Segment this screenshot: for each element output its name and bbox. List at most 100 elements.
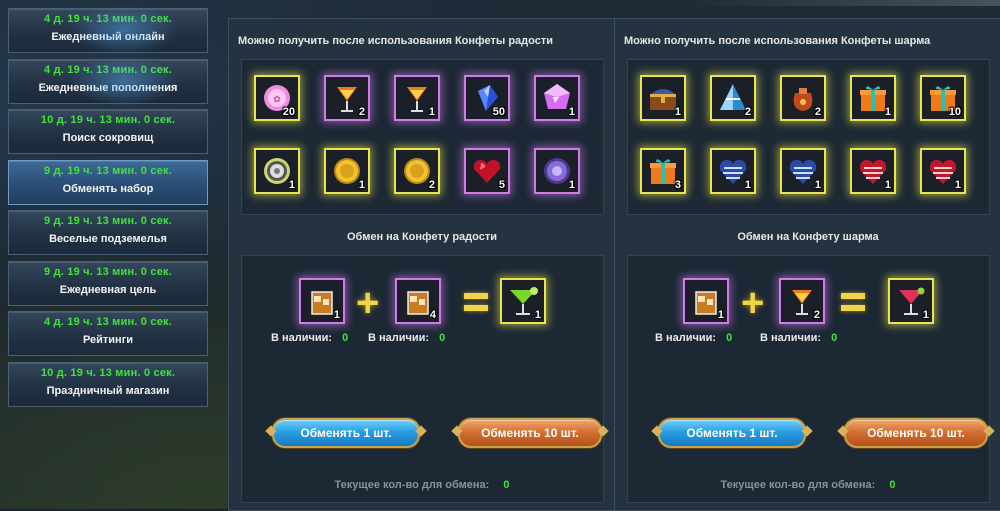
svg-text:✿: ✿	[273, 95, 281, 105]
charm-reward-slot[interactable]: 1	[920, 148, 966, 194]
item-count: 1	[428, 106, 435, 118]
avail-value: 0	[342, 332, 349, 344]
joy-reward-slot[interactable]: 50	[464, 75, 510, 121]
sidebar-item-label: Обменять набор	[62, 182, 154, 195]
joy-rewards-title: Можно получить после использования Конфе…	[238, 35, 553, 47]
equals-icon	[464, 293, 488, 311]
item-count: 2	[358, 106, 365, 118]
sidebar-item-timer: 9 д. 19 ч. 13 мин. 0 сек.	[44, 265, 172, 278]
charm-reward-slot[interactable]: 1	[780, 148, 826, 194]
joy-exchange-10-button[interactable]: Обменять 10 шт.	[458, 418, 602, 448]
charm-ingredient-2-slot[interactable]: 2	[779, 278, 825, 324]
charm-reward-slot[interactable]: 1	[640, 75, 686, 121]
charm-exchange-box: 1 + 2 1 В наличии: 0 В наличии: 0 Обменять…	[627, 255, 990, 503]
avail-value: 0	[831, 332, 838, 344]
charm-rewards-grid: 1 2 2 1 10 3 1 1 1 1	[627, 59, 990, 215]
sidebar-item-ratings[interactable]: 4 д. 19 ч. 13 мин. 0 сек. Рейтинги	[8, 311, 208, 356]
sidebar-item-daily-goal[interactable]: 9 д. 19 ч. 13 мин. 0 сек. Ежедневная цел…	[8, 260, 208, 306]
joy-reward-slot[interactable]: 1	[324, 148, 370, 194]
item-count: 1	[674, 106, 681, 118]
joy-current-amount: Текущее кол-во для обмена: 0	[229, 479, 615, 491]
item-count: 1	[954, 179, 961, 191]
charm-avail-2: В наличии: 0	[760, 332, 837, 344]
item-count: 1	[884, 106, 891, 118]
charm-reward-slot[interactable]: 2	[710, 75, 756, 121]
charm-reward-slot[interactable]: 1	[850, 148, 896, 194]
charm-reward-slot[interactable]: 3	[640, 148, 686, 194]
sidebar-item-timer: 4 д. 19 ч. 13 мин. 0 сек.	[44, 13, 172, 25]
charm-exchange-1-button[interactable]: Обменять 1 шт.	[658, 418, 806, 448]
item-count: 1	[744, 179, 751, 191]
sidebar-item-timer: 10 д. 19 ч. 13 мин. 0 сек.	[40, 366, 176, 379]
item-count: 2	[814, 106, 821, 118]
item-count: 3	[674, 179, 681, 191]
sidebar-item-label: Ежедневный онлайн	[51, 31, 165, 43]
avail-label: В наличии:	[368, 332, 430, 344]
avail-value: 0	[726, 332, 733, 344]
sidebar-item-label: Праздничный магазин	[46, 384, 170, 397]
charm-rewards-title: Можно получить после использования Конфе…	[624, 35, 931, 47]
sidebar-item-daily-online[interactable]: 4 д. 19 ч. 13 мин. 0 сек. Ежедневный онл…	[8, 5, 208, 55]
joy-result-slot[interactable]: 1	[500, 278, 546, 324]
sidebar-item-treasure-search[interactable]: 10 д. 19 ч. 13 мин. 0 сек. Поиск сокрови…	[8, 109, 208, 154]
joy-reward-slot[interactable]: ✿ 20	[254, 75, 300, 121]
sidebar-item-timer: 4 д. 19 ч. 13 мин. 0 сек.	[44, 63, 172, 76]
item-count: 50	[492, 106, 505, 118]
plus-icon: +	[741, 281, 765, 325]
sidebar-item-exchange-set[interactable]: 9 д. 19 ч. 13 мин. 0 сек. Обменять набор	[8, 159, 208, 205]
charm-result-slot[interactable]: 1	[888, 278, 934, 324]
item-count: 2	[428, 179, 435, 191]
joy-reward-slot[interactable]: 1	[394, 75, 440, 121]
current-value: 0	[889, 479, 896, 491]
current-label: Текущее кол-во для обмена:	[334, 479, 490, 491]
sidebar: 4 д. 19 ч. 13 мин. 0 сек. Ежедневный онл…	[8, 5, 208, 412]
joy-candy-panel: Можно получить после использования Конфе…	[228, 18, 616, 511]
item-count: 2	[744, 106, 751, 118]
item-count: 1	[922, 309, 929, 321]
charm-ingredient-1-slot[interactable]: 1	[683, 278, 729, 324]
sidebar-item-timer: 10 д. 19 ч. 13 мин. 0 сек.	[40, 114, 176, 126]
sidebar-item-holiday-shop[interactable]: 10 д. 19 ч. 13 мин. 0 сек. Праздничный м…	[8, 361, 208, 407]
item-count: 1	[288, 179, 295, 191]
joy-reward-slot[interactable]: 5	[464, 148, 510, 194]
charm-reward-slot[interactable]: 10	[920, 75, 966, 121]
joy-ingredient-1-slot[interactable]: 1	[299, 278, 345, 324]
item-count: 1	[884, 179, 891, 191]
joy-reward-slot[interactable]: 1	[534, 148, 580, 194]
item-count: 1	[534, 309, 541, 321]
item-count: 1	[358, 179, 365, 191]
item-count: 1	[333, 309, 340, 321]
sidebar-item-fun-dungeons[interactable]: 9 д. 19 ч. 13 мин. 0 сек. Веселые подзем…	[8, 210, 208, 255]
item-count: 4	[429, 309, 436, 321]
current-value: 0	[503, 479, 510, 491]
charm-reward-slot[interactable]: 2	[780, 75, 826, 121]
top-strip	[680, 0, 1000, 6]
joy-reward-slot[interactable]: 2	[394, 148, 440, 194]
sidebar-item-timer: 4 д. 19 ч. 13 мин. 0 сек.	[44, 316, 172, 328]
charm-avail-1: В наличии: 0	[655, 332, 732, 344]
charm-reward-slot[interactable]: 1	[710, 148, 756, 194]
charm-current-amount: Текущее кол-во для обмена: 0	[615, 479, 1000, 491]
joy-reward-slot[interactable]: 1	[254, 148, 300, 194]
sidebar-item-label: Ежедневная цель	[59, 283, 157, 296]
charm-candy-panel: Можно получить после использования Конфе…	[614, 18, 1000, 511]
joy-exchange-1-button[interactable]: Обменять 1 шт.	[272, 418, 420, 448]
charm-reward-slot[interactable]: 1	[850, 75, 896, 121]
sidebar-item-label: Веселые подземелья	[49, 233, 167, 245]
charm-exchange-10-button[interactable]: Обменять 10 шт.	[844, 418, 988, 448]
avail-label: В наличии:	[271, 332, 333, 344]
item-count: 10	[948, 106, 961, 118]
joy-ingredient-2-slot[interactable]: 4	[395, 278, 441, 324]
sidebar-item-label: Рейтинги	[82, 334, 134, 346]
joy-reward-slot[interactable]: 2	[324, 75, 370, 121]
avail-label: В наличии:	[655, 332, 717, 344]
item-count: 1	[814, 179, 821, 191]
item-count: 1	[568, 106, 575, 118]
joy-reward-slot[interactable]: 1	[534, 75, 580, 121]
plus-icon: +	[356, 281, 380, 325]
sidebar-item-timer: 9 д. 19 ч. 13 мин. 0 сек.	[44, 215, 172, 227]
sidebar-item-daily-topup[interactable]: 4 д. 19 ч. 13 мин. 0 сек. Ежедневные поп…	[8, 55, 208, 106]
joy-avail-1: В наличии: 0	[271, 332, 348, 344]
joy-exchange-title: Обмен на Конфету радости	[346, 231, 497, 243]
item-count: 1	[717, 309, 724, 321]
